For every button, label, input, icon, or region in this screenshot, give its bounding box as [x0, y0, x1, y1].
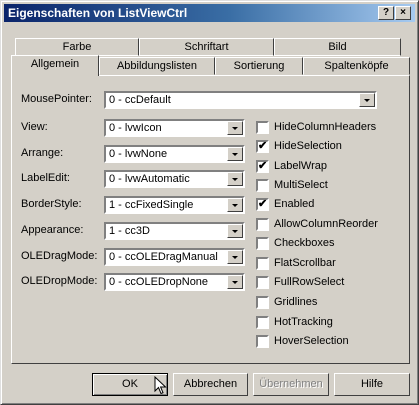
oledragmode-value: 0 - ccOLEDragManual: [109, 251, 218, 263]
close-button[interactable]: ×: [395, 6, 411, 20]
oledropmode-label: OLEDropMode:: [21, 275, 98, 287]
checkbox-box[interactable]: [256, 121, 269, 134]
checkbox-label: HideSelection: [274, 140, 342, 152]
labeledit-select[interactable]: 0 - lvwAutomatic: [104, 170, 245, 188]
labeledit-value: 0 - lvwAutomatic: [109, 173, 190, 185]
chevron-down-icon[interactable]: [227, 275, 243, 289]
chevron-down-icon[interactable]: [359, 93, 375, 107]
chevron-down-icon[interactable]: [227, 147, 243, 161]
tab-sortierung[interactable]: Sortierung: [215, 57, 303, 75]
tab-allgemein[interactable]: Allgemein: [11, 55, 99, 76]
mouse-cursor-icon: [154, 376, 167, 395]
view-value: 0 - lvwIcon: [109, 122, 162, 134]
checkbox-box[interactable]: [256, 179, 269, 192]
appearance-label: Appearance:: [21, 224, 84, 236]
checkbox-label: HoverSelection: [274, 335, 349, 347]
checkbox-label: Gridlines: [274, 296, 318, 308]
cancel-label: Abbrechen: [183, 378, 238, 390]
view-select[interactable]: 0 - lvwIcon: [104, 119, 245, 137]
mousepointer-select[interactable]: 0 - ccDefault: [104, 91, 377, 109]
oledragmode-select[interactable]: 0 - ccOLEDragManual: [104, 248, 245, 266]
chevron-down-icon[interactable]: [227, 172, 243, 186]
checkbox-label: HotTracking: [274, 316, 333, 328]
checkbox-label: Enabled: [274, 198, 315, 210]
borderstyle-select[interactable]: 1 - ccFixedSingle: [104, 196, 245, 214]
checkbox-label: MultiSelect: [274, 179, 328, 191]
checkbox-box[interactable]: [256, 276, 269, 289]
help-button[interactable]: Hilfe: [334, 373, 410, 396]
tab-schriftart[interactable]: Schriftart: [139, 38, 274, 56]
title-bar[interactable]: Eigenschaften von ListViewCtrl ? ×: [4, 4, 415, 22]
checkmark-icon[interactable]: ✔: [256, 140, 269, 153]
ok-label: OK: [122, 378, 138, 390]
chevron-down-icon[interactable]: [227, 121, 243, 135]
checkbox-box[interactable]: [256, 218, 269, 231]
borderstyle-value: 1 - ccFixedSingle: [109, 199, 194, 211]
checkbox-label: AllowColumnReorder: [274, 218, 378, 230]
checkmark-icon[interactable]: ✔: [256, 160, 269, 173]
checkbox-box[interactable]: [256, 316, 269, 329]
apply-button[interactable]: Übernehmen: [253, 373, 329, 396]
help-label: Hilfe: [360, 378, 383, 390]
checkbox-box[interactable]: [256, 257, 269, 270]
cancel-button[interactable]: Abbrechen: [173, 373, 248, 396]
arrange-label: Arrange:: [21, 147, 64, 159]
apply-label: Übernehmen: [259, 378, 323, 390]
chevron-down-icon[interactable]: [227, 224, 243, 238]
tab-farbe[interactable]: Farbe: [15, 38, 139, 56]
oledropmode-select[interactable]: 0 - ccOLEDropNone: [104, 273, 245, 291]
oledragmode-label: OLEDragMode:: [21, 250, 98, 262]
tab-bild[interactable]: Bild: [274, 38, 401, 56]
mousepointer-label: MousePointer:: [21, 93, 92, 105]
checkbox-label: HideColumnHeaders: [274, 121, 377, 133]
checkbox-box[interactable]: [256, 335, 269, 348]
checkbox-box[interactable]: [256, 237, 269, 250]
view-label: View:: [21, 121, 48, 133]
checkbox-label: FullRowSelect: [274, 276, 345, 288]
mousepointer-value: 0 - ccDefault: [109, 94, 171, 106]
appearance-select[interactable]: 1 - cc3D: [104, 222, 245, 240]
chevron-down-icon[interactable]: [227, 250, 243, 264]
tab-abbildungslisten[interactable]: Abbildungslisten: [99, 57, 215, 75]
oledropmode-value: 0 - ccOLEDropNone: [109, 276, 209, 288]
arrange-value: 0 - lvwNone: [109, 148, 168, 160]
arrange-select[interactable]: 0 - lvwNone: [104, 145, 245, 163]
chevron-down-icon[interactable]: [227, 198, 243, 212]
checkbox-box[interactable]: [256, 296, 269, 309]
checkbox-label: FlatScrollbar: [274, 257, 336, 269]
help-title-button[interactable]: ?: [378, 6, 394, 20]
checkmark-icon[interactable]: ✔: [256, 198, 269, 211]
checkbox-label: LabelWrap: [274, 160, 327, 172]
borderstyle-label: BorderStyle:: [21, 198, 82, 210]
tab-spaltenkoepfe[interactable]: Spaltenköpfe: [303, 57, 410, 75]
window-title: Eigenschaften von ListViewCtrl: [8, 6, 188, 20]
labeledit-label: LabelEdit:: [21, 172, 70, 184]
checkbox-label: Checkboxes: [274, 237, 335, 249]
appearance-value: 1 - cc3D: [109, 225, 150, 237]
